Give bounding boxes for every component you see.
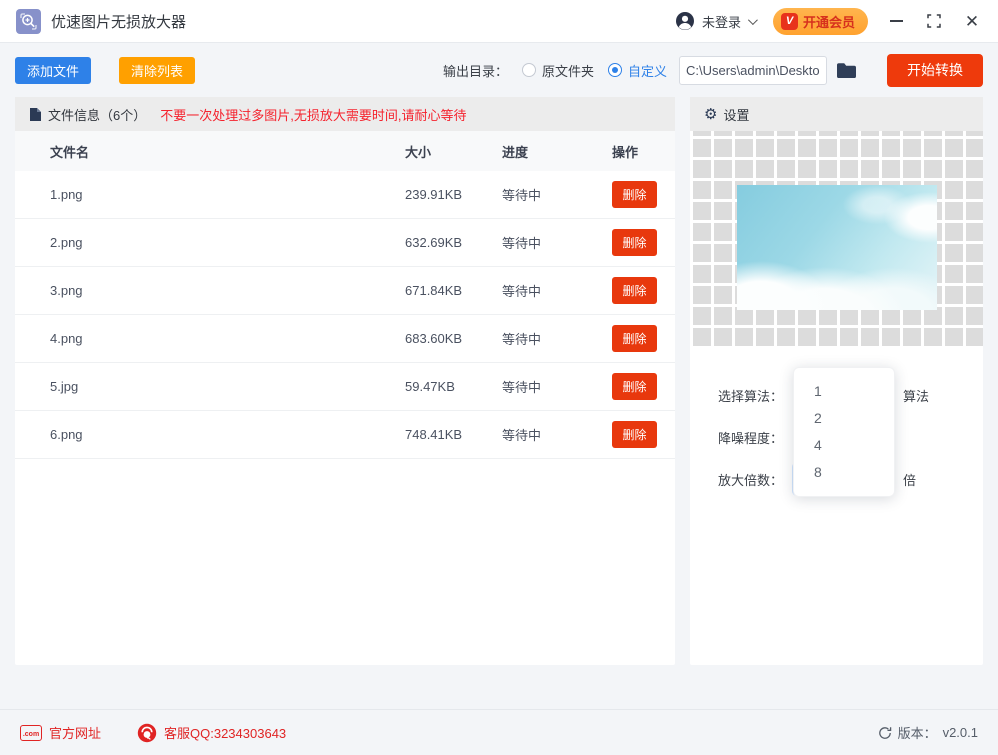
column-progress: 进度: [502, 142, 612, 161]
file-name: 2.png: [50, 235, 405, 250]
settings-title: 设置: [723, 105, 749, 124]
browse-folder-button[interactable]: [836, 62, 857, 79]
main-content: 文件信息（6个） 不要一次处理过多图片,无损放大需要时间,请耐心等待 文件名 大…: [15, 97, 983, 665]
denoise-label: 降噪程度：: [718, 428, 793, 447]
chevron-down-icon: [748, 15, 758, 25]
titlebar: 优速图片无损放大器 未登录 V 开通会员 ✕: [0, 0, 998, 43]
clear-list-button[interactable]: 清除列表: [119, 57, 195, 84]
scale-option-2[interactable]: 2: [794, 405, 894, 432]
scale-dropdown-panel: 1 2 4 8: [793, 367, 895, 497]
radio-custom-folder[interactable]: 自定义: [608, 61, 667, 80]
file-status: 等待中: [502, 425, 612, 444]
delete-button[interactable]: 删除: [612, 181, 657, 208]
vip-badge-icon: V: [781, 13, 798, 30]
close-icon: ✕: [965, 13, 979, 30]
file-size: 748.41KB: [405, 427, 502, 442]
file-panel-warning: 不要一次处理过多图片,无损放大需要时间,请耐心等待: [160, 105, 466, 124]
headset-icon: [137, 723, 157, 743]
file-name: 5.jpg: [50, 379, 405, 394]
transparency-checkerboard: [690, 131, 983, 349]
minimize-icon: [890, 20, 903, 22]
vip-button-label: 开通会员: [803, 12, 855, 31]
close-button[interactable]: ✕: [962, 11, 982, 31]
radio-original-folder[interactable]: 原文件夹: [522, 61, 594, 80]
refresh-icon[interactable]: [878, 726, 892, 740]
footer: .com 官方网址 客服QQ:3234303643 版本： v2.0.1: [0, 709, 998, 755]
scale-label: 放大倍数：: [718, 470, 793, 489]
customer-service-link[interactable]: 客服QQ:3234303643: [137, 723, 286, 743]
image-preview: [737, 185, 937, 310]
start-convert-button[interactable]: 开始转换: [887, 54, 983, 87]
file-status: 等待中: [502, 281, 612, 300]
official-website-link[interactable]: .com 官方网址: [20, 723, 101, 742]
table-row: 2.png 632.69KB 等待中 删除: [15, 219, 675, 267]
official-website-label: 官方网址: [49, 723, 101, 742]
user-avatar-icon: [675, 11, 695, 31]
file-panel-header: 文件信息（6个） 不要一次处理过多图片,无损放大需要时间,请耐心等待: [15, 97, 675, 131]
column-filename: 文件名: [50, 142, 405, 161]
login-menu[interactable]: 未登录: [675, 11, 755, 31]
radio-custom-icon: [608, 63, 622, 77]
table-row: 3.png 671.84KB 等待中 删除: [15, 267, 675, 315]
radio-original-label: 原文件夹: [542, 61, 594, 80]
folder-icon: [836, 62, 857, 79]
toolbar: 添加文件 清除列表 输出目录： 原文件夹 自定义 开始转换: [0, 43, 998, 97]
delete-button[interactable]: 删除: [612, 277, 657, 304]
file-name: 3.png: [50, 283, 405, 298]
gear-icon: ⚙: [704, 107, 717, 122]
radio-custom-label: 自定义: [628, 61, 667, 80]
delete-button[interactable]: 删除: [612, 229, 657, 256]
settings-header: ⚙ 设置: [690, 97, 983, 131]
algorithm-suffix: 算法: [903, 386, 929, 405]
settings-panel: ⚙ 设置 选择算法： 神经网络 算法 降噪程度： 中: [690, 97, 983, 665]
delete-button[interactable]: 删除: [612, 373, 657, 400]
delete-button[interactable]: 删除: [612, 325, 657, 352]
version-value: v2.0.1: [943, 725, 978, 740]
file-name: 1.png: [50, 187, 405, 202]
maximize-icon: [927, 14, 941, 28]
file-name: 4.png: [50, 331, 405, 346]
minimize-button[interactable]: [886, 11, 906, 31]
delete-button[interactable]: 删除: [612, 421, 657, 448]
file-size: 59.47KB: [405, 379, 502, 394]
add-files-button[interactable]: 添加文件: [15, 57, 91, 84]
open-vip-button[interactable]: V 开通会员: [773, 8, 868, 35]
scale-option-8[interactable]: 8: [794, 459, 894, 486]
scale-option-1[interactable]: 1: [794, 378, 894, 405]
website-icon: .com: [20, 725, 42, 741]
scale-option-4[interactable]: 4: [794, 432, 894, 459]
app-logo-icon: [16, 9, 41, 34]
radio-original-icon: [522, 63, 536, 77]
file-size: 683.60KB: [405, 331, 502, 346]
file-name: 6.png: [50, 427, 405, 442]
table-row: 4.png 683.60KB 等待中 删除: [15, 315, 675, 363]
algorithm-label: 选择算法：: [718, 386, 793, 405]
file-list-panel: 文件信息（6个） 不要一次处理过多图片,无损放大需要时间,请耐心等待 文件名 大…: [15, 97, 675, 665]
file-status: 等待中: [502, 329, 612, 348]
version-label: 版本：: [898, 723, 937, 742]
column-size: 大小: [405, 142, 502, 161]
file-status: 等待中: [502, 233, 612, 252]
file-status: 等待中: [502, 185, 612, 204]
table-header: 文件名 大小 进度 操作: [15, 131, 675, 171]
scale-suffix: 倍: [903, 470, 916, 489]
customer-service-label: 客服QQ:3234303643: [164, 723, 286, 742]
table-row: 6.png 748.41KB 等待中 删除: [15, 411, 675, 459]
file-size: 632.69KB: [405, 235, 502, 250]
file-size: 239.91KB: [405, 187, 502, 202]
document-icon: [29, 107, 42, 122]
version-group: 版本： v2.0.1: [878, 723, 978, 742]
login-status: 未登录: [702, 12, 741, 31]
output-dir-label: 输出目录：: [443, 61, 508, 80]
file-status: 等待中: [502, 377, 612, 396]
column-action: 操作: [612, 142, 655, 161]
table-row: 1.png 239.91KB 等待中 删除: [15, 171, 675, 219]
app-title: 优速图片无损放大器: [51, 11, 186, 32]
file-panel-title: 文件信息（6个）: [48, 105, 146, 124]
maximize-button[interactable]: [924, 11, 944, 31]
file-size: 671.84KB: [405, 283, 502, 298]
output-path-input[interactable]: [679, 56, 827, 85]
table-row: 5.jpg 59.47KB 等待中 删除: [15, 363, 675, 411]
